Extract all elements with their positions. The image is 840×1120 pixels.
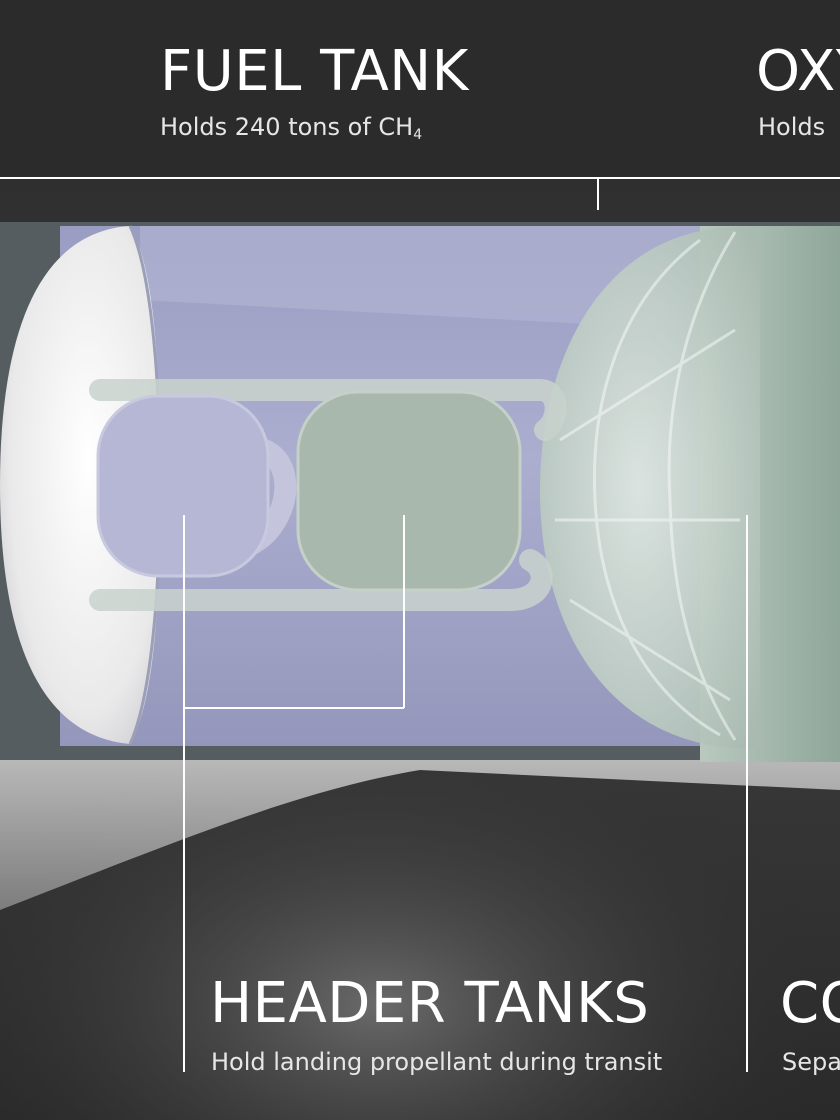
fuel-tank-title: FUEL TANK xyxy=(160,39,469,104)
header-tanks-description: Hold landing propellant during transit xyxy=(211,1048,663,1076)
common-dome-description: Sepa xyxy=(782,1048,840,1076)
oxygen-tank-title: OXY xyxy=(756,39,840,104)
header-tanks-title: HEADER TANKS xyxy=(210,971,650,1036)
common-dome-title: CO xyxy=(780,971,840,1036)
tank-cutaway-diagram xyxy=(0,0,840,1120)
fuel-tank-description-subscript: 4 xyxy=(413,127,423,143)
oxygen-tank-description: Holds xyxy=(758,113,826,141)
fuel-tank-description-text: Holds 240 tons of CH xyxy=(160,113,414,141)
fuel-tank-description: Holds 240 tons of CH4 xyxy=(160,115,422,142)
header-tank-oxygen xyxy=(296,390,522,592)
